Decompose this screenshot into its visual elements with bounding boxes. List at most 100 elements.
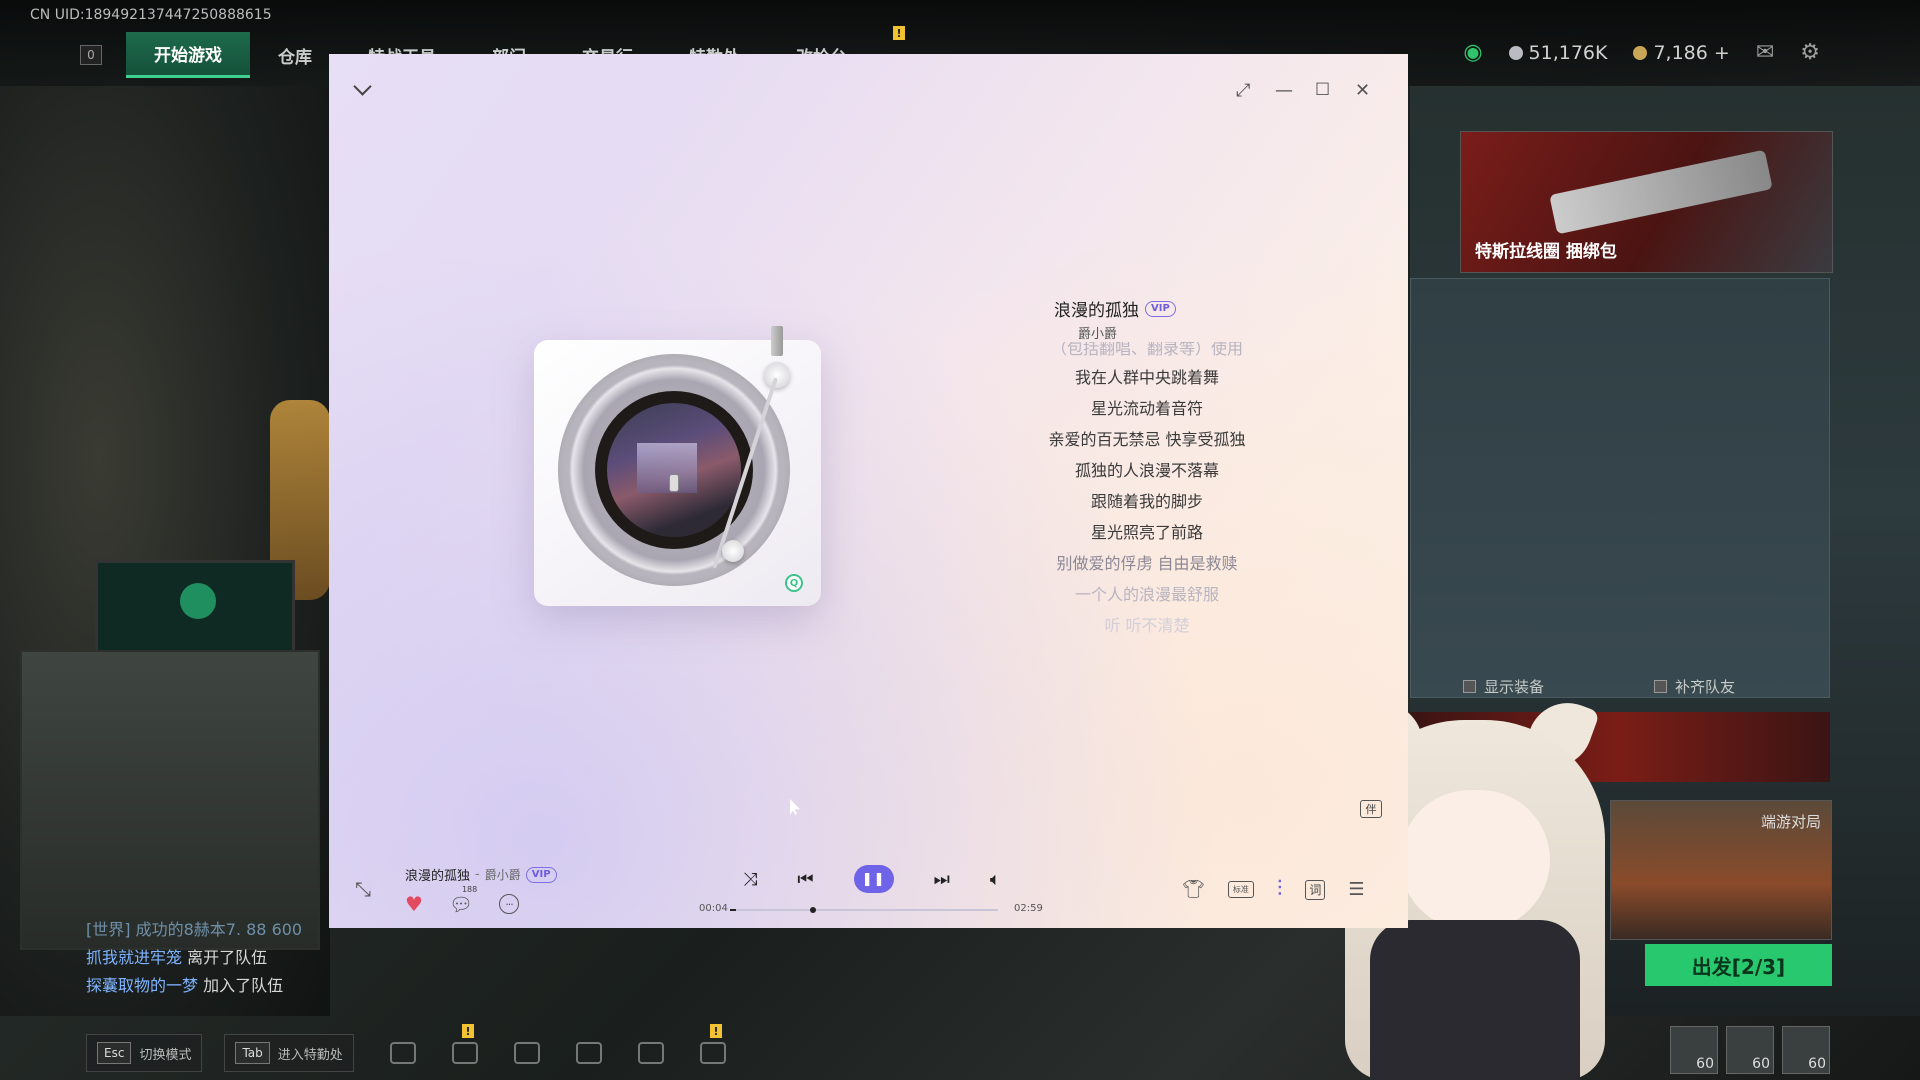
turntable: Q [534,326,821,606]
close-icon[interactable]: ✕ [1355,80,1370,101]
shuffle-icon[interactable]: ⤨ [743,869,757,890]
squad-avatars: 60 60 60 [1670,1026,1830,1074]
promo-weapon-image [1549,149,1773,235]
squad-member[interactable]: 60 [1726,1026,1774,1074]
turntable-platter [558,354,790,586]
scene-monitor [95,560,295,655]
mode-label: 端游对局 [1760,813,1821,831]
lyric-line: 亲爱的百无禁忌 快享受孤独 [1048,430,1246,449]
alert-icon: ! [893,26,905,40]
gold-coin-icon [1633,45,1648,60]
comment-icon[interactable]: 💬︎ 188 [449,885,477,916]
game-bottom-bar: Esc 切换模式 Tab 进入特勤处 [86,1034,726,1072]
vip-badge: VIP [1145,300,1176,317]
gold-currency[interactable]: 7,186 + [1633,42,1730,64]
next-icon[interactable]: ⏭ [934,869,950,890]
lyric-line: 跟随着我的脚步 [1090,492,1203,511]
chat-line: [世界] 成功的8赫本7. 88 600 [86,920,303,939]
qq-music-icon: Q [785,574,803,592]
chevron-down-icon[interactable] [353,80,373,96]
fill-team-checkbox[interactable]: 补齐队友 [1654,676,1735,697]
chat-log: [世界] 成功的8赫本7. 88 600 抓我就进牢笼 离开了队伍 探囊取物的一… [86,916,302,1000]
lyric-line: 星光照亮了前路 [1090,523,1203,542]
show-gear-checkbox[interactable]: 显示装备 [1463,676,1544,697]
lyric-line: 我在人群中央跳着舞 [1074,368,1219,387]
sound-effect-icon[interactable]: ⫶ [1277,877,1283,902]
gift-icon[interactable] [451,1042,478,1064]
playback-controls: ⤨ ⏮ ❚❚ ⏭ 🔈︎ [743,865,1001,893]
tonearm-weight [771,326,783,356]
volume-icon[interactable]: 🔈︎ [990,869,1001,890]
now-playing-artist[interactable]: 爵小爵 [485,866,521,883]
mode-card[interactable]: 端游对局 [1610,800,1832,940]
go-button[interactable]: 出发[2/3] [1645,944,1832,986]
lyrics-panel: （包括翻唱、翻录等）使用 我在人群中央跳着舞 星光流动着音符 亲爱的百无禁忌 快… [897,342,1397,641]
now-playing: 浪漫的孤独 - 爵小爵 VIP [405,865,557,884]
mail-icon[interactable]: ✉ [1756,40,1774,65]
team-panel [1410,278,1830,698]
vip-badge: VIP [525,866,557,883]
album-cover [607,403,741,537]
settings-gear-icon[interactable]: ⚙ [1800,40,1820,65]
tonearm-pivot [764,362,790,388]
song-title: 浪漫的孤独 VIP [1054,296,1176,321]
lyric-line: （包括翻唱、翻录等）使用 [1050,342,1243,358]
alert-icon: ! [462,1024,474,1038]
more-icon[interactable]: ··· [499,894,520,914]
tab-hotkey: 0 [80,45,102,65]
song-actions: ♥ 💬︎ 188 ··· [405,885,520,916]
promo-banner[interactable]: 特斯拉线圈 捆绑包 [1460,131,1833,273]
player-tools: 👕︎ 标准 ⫶ 词 ☰ [1182,877,1365,902]
maximize-icon[interactable]: ☐ [1315,80,1330,100]
scene-machine [20,650,320,950]
squad-member[interactable]: 60 [1670,1026,1718,1074]
spindle [669,474,679,492]
like-heart-icon[interactable]: ♥ [405,892,423,916]
switch-mode-button[interactable]: Esc 切换模式 [86,1034,203,1072]
progress-fill [730,909,736,911]
now-playing-title[interactable]: 浪漫的孤独 [405,865,470,884]
silver-coin-icon [1508,45,1523,60]
skin-shirt-icon[interactable]: 👕︎ [1182,879,1205,900]
lyric-line: 一个人的浪漫最舒服 [1074,585,1219,604]
lyrics-toggle-button[interactable]: 词 [1305,879,1326,900]
shop-cart-icon[interactable] [575,1042,602,1064]
alert-icon: ! [710,1024,722,1038]
lyric-line: 听 听不清楚 [1104,616,1190,635]
pop-out-icon[interactable]: ⤢ [1236,80,1250,101]
top-status: ◉ 51,176K 7,186 + ✉ ⚙ [1463,40,1820,65]
progress-marker [810,907,816,913]
song-artist[interactable]: 爵小爵 [1078,323,1117,342]
quality-button[interactable]: 标准 [1227,881,1254,898]
previous-icon[interactable]: ⏮ [797,869,813,890]
lyric-line: 孤独的人浪漫不落幕 [1074,461,1219,480]
pass-icon[interactable] [637,1042,664,1064]
time-total: 02:59 [1014,903,1043,914]
chat-line: 抓我就进牢笼 离开了队伍 [86,948,268,967]
progress-bar[interactable] [730,907,998,913]
time-current: 00:04 [699,903,728,914]
game-tab-warehouse[interactable]: 仓库 [250,32,340,78]
minimize-icon[interactable]: — [1275,80,1293,101]
enter-special-button[interactable]: Tab 进入特勤处 [224,1034,354,1072]
shield-icon[interactable] [513,1042,540,1064]
game-tab-start[interactable]: 开始游戏 [126,32,250,78]
accompaniment-button[interactable]: 伴 [1360,800,1382,818]
calendar-icon[interactable] [699,1042,726,1064]
squad-member[interactable]: 60 [1782,1026,1830,1074]
tonearm-head [722,540,744,562]
lyric-line: 别做爱的俘虏 自由是救赎 [1056,554,1238,573]
team-options: 显示装备 补齐队友 [1463,676,1735,697]
silver-currency: 51,176K [1508,42,1607,64]
music-player-window: ⤢ — ☐ ✕ Q 浪漫的孤独 VIP 爵小爵 （包括翻唱、翻录等）使用 我在人… [329,54,1408,928]
chat-line: 探囊取物的一梦 加入了队伍 [86,976,284,995]
comment-count: 188 [461,884,478,894]
pause-button[interactable]: ❚❚ [853,865,894,893]
mouse-cursor [790,799,800,815]
uid-label: CN UID:189492137447250888615 [30,7,272,23]
promo-title: 特斯拉线圈 捆绑包 [1475,242,1617,262]
playlist-icon[interactable]: ☰ [1348,879,1364,900]
wifi-icon: ◉ [1463,40,1483,65]
shrink-icon[interactable] [355,877,377,899]
chat-icon[interactable] [389,1042,416,1064]
